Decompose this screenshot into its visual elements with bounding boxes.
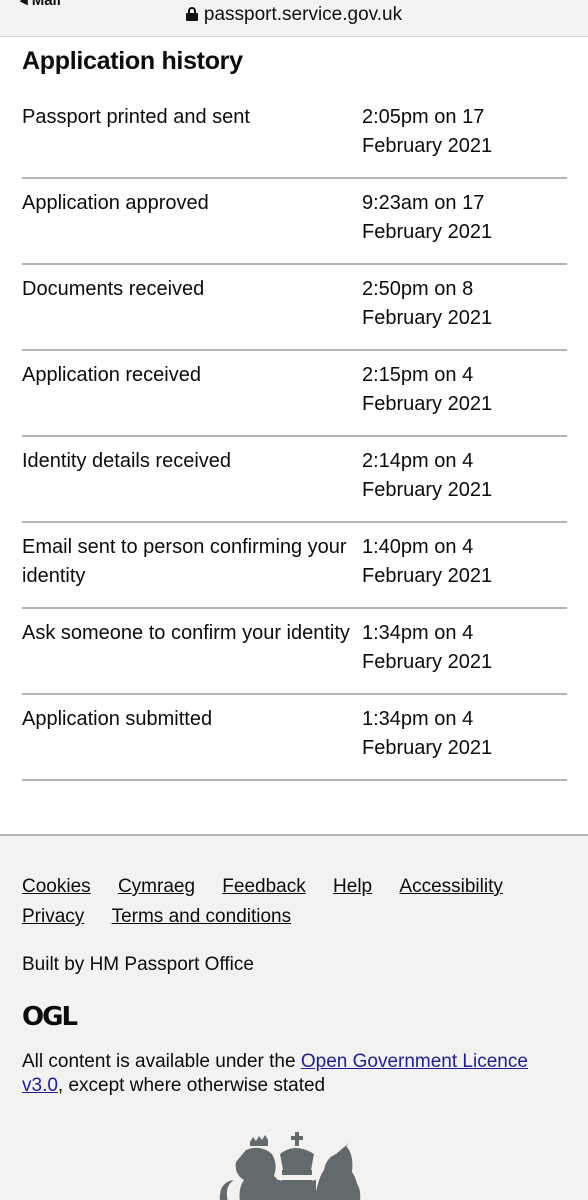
page-title: Application history bbox=[22, 47, 243, 75]
history-time: 2:50pm on 8 bbox=[362, 278, 474, 300]
footer-link-help[interactable]: Help bbox=[333, 872, 372, 902]
history-row: Ask someone to confirm your identity 1:3… bbox=[22, 609, 567, 695]
history-row: Email sent to person confirming your ide… bbox=[22, 523, 567, 609]
history-date: February 2021 bbox=[362, 393, 493, 415]
history-time: 2:15pm on 4 bbox=[362, 364, 474, 386]
url-field[interactable]: passport.service.gov.uk bbox=[0, 4, 588, 26]
history-event: Ask someone to confirm your identity bbox=[22, 622, 350, 644]
history-timestamp: 1:34pm on 4 February 2021 bbox=[362, 705, 567, 767]
licence-prefix: All content is available under the bbox=[22, 1051, 301, 1072]
built-by-text: Built by HM Passport Office bbox=[22, 954, 254, 975]
ogl-logo-icon: OGL bbox=[22, 1002, 78, 1032]
site-footer: Cookies Cymraeg Feedback Help Accessibil… bbox=[0, 834, 588, 1200]
lock-icon bbox=[185, 7, 198, 21]
royal-coat-of-arms-icon bbox=[219, 1132, 361, 1200]
history-date: February 2021 bbox=[362, 479, 493, 501]
footer-link-feedback[interactable]: Feedback bbox=[222, 872, 305, 902]
history-timestamp: 2:05pm on 17 February 2021 bbox=[362, 103, 567, 165]
history-time: 9:23am on 17 bbox=[362, 192, 485, 214]
footer-link-terms[interactable]: Terms and conditions bbox=[112, 902, 292, 932]
history-date: February 2021 bbox=[362, 565, 493, 587]
history-timestamp: 2:14pm on 4 February 2021 bbox=[362, 447, 567, 509]
history-date: February 2021 bbox=[362, 221, 493, 243]
footer-link-accessibility[interactable]: Accessibility bbox=[399, 872, 502, 902]
footer-link-cookies[interactable]: Cookies bbox=[22, 872, 91, 902]
footer-link-cymraeg[interactable]: Cymraeg bbox=[118, 872, 195, 902]
history-event: Email sent to person confirming your ide… bbox=[22, 536, 347, 587]
history-timestamp: 9:23am on 17 February 2021 bbox=[362, 189, 567, 251]
main-content: Application history Passport printed and… bbox=[22, 44, 567, 781]
url-text: passport.service.gov.uk bbox=[203, 4, 403, 25]
application-history-list: Passport printed and sent 2:05pm on 17 Fe… bbox=[22, 93, 567, 781]
history-event: Application submitted bbox=[22, 708, 213, 730]
history-timestamp: 1:40pm on 4 February 2021 bbox=[362, 533, 567, 595]
history-event: Application approved bbox=[22, 192, 209, 214]
footer-links: Cookies Cymraeg Feedback Help Accessibil… bbox=[22, 872, 562, 932]
history-row: Documents received 2:50pm on 8 February 2… bbox=[22, 265, 567, 351]
licence-suffix: , except where otherwise stated bbox=[57, 1075, 326, 1096]
history-event: Application received bbox=[22, 364, 201, 386]
history-timestamp: 1:34pm on 4 February 2021 bbox=[362, 619, 567, 681]
history-event: Documents received bbox=[22, 278, 205, 300]
history-time: 2:14pm on 4 bbox=[362, 450, 474, 472]
history-date: February 2021 bbox=[362, 307, 493, 329]
history-date: February 2021 bbox=[362, 135, 493, 157]
history-date: February 2021 bbox=[362, 651, 493, 673]
history-event: Passport printed and sent bbox=[22, 106, 250, 128]
history-time: 2:05pm on 17 bbox=[362, 106, 485, 128]
history-time: 1:34pm on 4 bbox=[362, 622, 474, 644]
history-timestamp: 2:15pm on 4 February 2021 bbox=[362, 361, 567, 423]
history-timestamp: 2:50pm on 8 February 2021 bbox=[362, 275, 567, 337]
footer-link-privacy[interactable]: Privacy bbox=[22, 902, 84, 932]
history-row: Application submitted 1:34pm on 4 Februar… bbox=[22, 695, 567, 781]
history-row: Identity details received 2:14pm on 4 Feb… bbox=[22, 437, 567, 523]
history-row: Application approved 9:23am on 17 Februar… bbox=[22, 179, 567, 265]
history-time: 1:40pm on 4 bbox=[362, 536, 474, 558]
history-time: 1:34pm on 4 bbox=[362, 708, 474, 730]
licence-text: All content is available under the Open … bbox=[22, 1050, 562, 1098]
history-event: Identity details received bbox=[22, 450, 232, 472]
browser-address-bar: ◂ Mail passport.service.gov.uk bbox=[0, 0, 588, 37]
history-date: February 2021 bbox=[362, 737, 493, 759]
history-row: Application received 2:15pm on 4 February… bbox=[22, 351, 567, 437]
history-row: Passport printed and sent 2:05pm on 17 Fe… bbox=[22, 93, 567, 179]
